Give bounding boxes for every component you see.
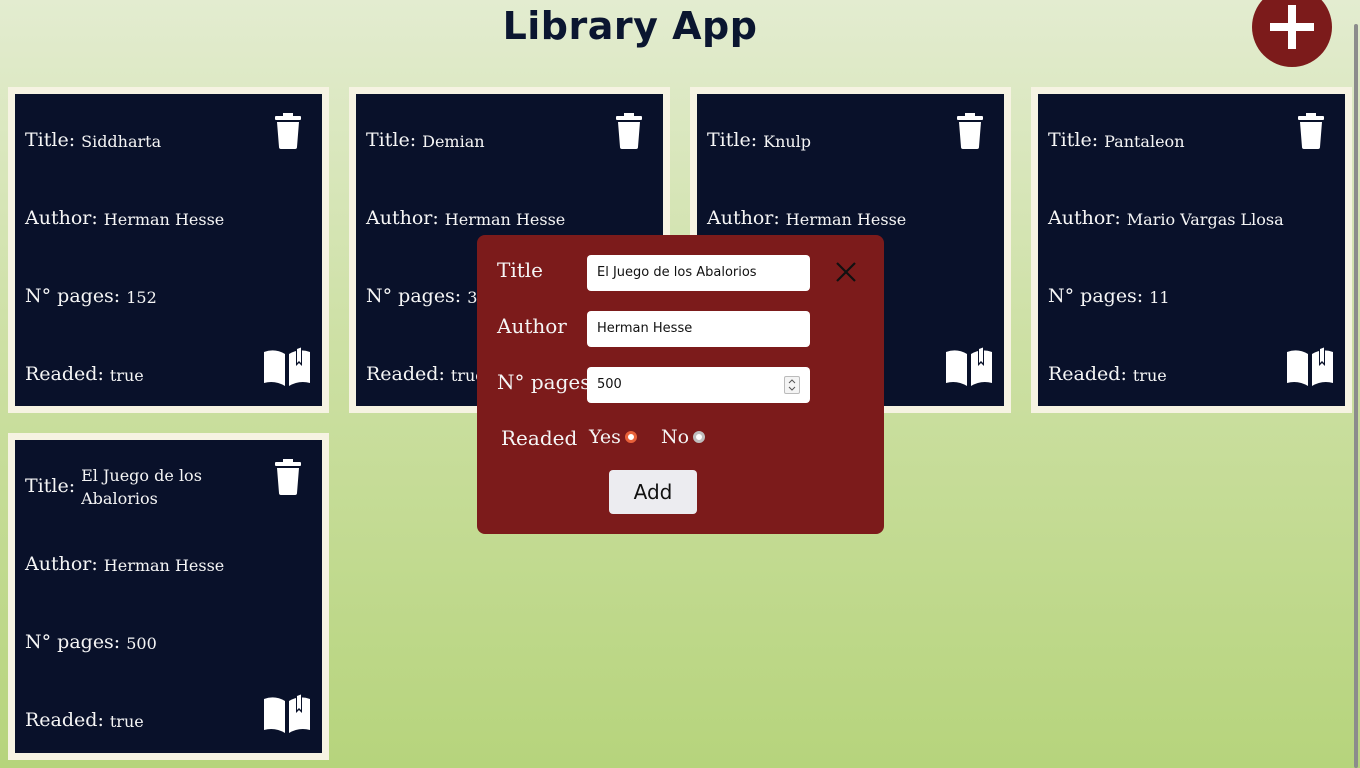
page-title: Library App	[502, 4, 758, 48]
book-pages: 11	[1149, 288, 1170, 307]
add-book-button[interactable]	[1252, 0, 1332, 67]
book-readed-field: Readed: true	[25, 363, 265, 387]
pages-input[interactable]: 500	[587, 367, 810, 403]
book-card: Title: El Juego de los Abalorios Author:…	[8, 433, 329, 760]
trash-icon[interactable]	[1298, 113, 1324, 149]
book-author: Herman Hesse	[444, 210, 566, 229]
open-book-icon[interactable]	[264, 346, 310, 386]
book-title: Siddharta	[81, 132, 162, 151]
book-author-field: Author: Mario Vargas Llosa	[1048, 207, 1288, 231]
trash-icon[interactable]	[275, 459, 301, 495]
add-submit-button[interactable]: Add	[609, 470, 697, 514]
book-pages: 500	[126, 634, 157, 653]
author-label: Author:	[25, 553, 98, 575]
readed-label: Readed:	[25, 709, 104, 731]
add-book-dialog: Title El Juego de los Abalorios Author H…	[477, 235, 884, 534]
book-card: Title: Siddharta Author: Herman Hesse N°…	[8, 87, 329, 413]
title-label: Title:	[25, 475, 76, 497]
author-label: Author:	[366, 207, 439, 229]
stepper-arrows-icon	[788, 379, 796, 391]
book-readed: true	[109, 712, 144, 731]
readed-no-label: No	[661, 426, 690, 448]
book-pages: 152	[126, 288, 157, 307]
book-pages-field: N° pages: 152	[25, 285, 265, 309]
author-input[interactable]: Herman Hesse	[587, 311, 810, 347]
author-field-label: Author	[497, 314, 567, 338]
pages-label: N° pages:	[1048, 285, 1144, 307]
book-author: Herman Hesse	[785, 210, 907, 229]
title-label: Title:	[707, 129, 758, 151]
title-input[interactable]: El Juego de los Abalorios	[587, 255, 810, 291]
pages-label: N° pages:	[25, 631, 121, 653]
readed-field-label: Readed	[501, 426, 578, 450]
pages-label: N° pages:	[366, 285, 462, 307]
scrollbar-thumb[interactable]	[1354, 24, 1358, 768]
author-label: Author:	[1048, 207, 1121, 229]
book-title: El Juego de los Abalorios	[81, 466, 202, 508]
book-readed: true	[109, 366, 144, 385]
book-title-field: Title: Demian	[366, 129, 606, 153]
readed-yes-radio[interactable]	[624, 431, 637, 443]
readed-label: Readed:	[366, 363, 445, 385]
author-label: Author:	[707, 207, 780, 229]
title-label: Title:	[366, 129, 417, 151]
trash-icon[interactable]	[616, 113, 642, 149]
close-icon[interactable]	[835, 261, 857, 283]
pages-stepper[interactable]	[784, 376, 800, 394]
book-author-field: Author: Herman Hesse	[25, 553, 265, 577]
book-author: Herman Hesse	[103, 210, 225, 229]
title-label: Title:	[1048, 129, 1099, 151]
book-author: Mario Vargas Llosa	[1126, 210, 1284, 229]
readed-yes-option[interactable]: Yes	[589, 426, 637, 448]
book-title-field: Title: El Juego de los Abalorios	[25, 463, 265, 510]
book-pages-field: N° pages: 500	[25, 631, 265, 655]
trash-icon[interactable]	[275, 113, 301, 149]
trash-icon[interactable]	[957, 113, 983, 149]
pages-input-value: 500	[597, 377, 622, 392]
readed-label: Readed:	[25, 363, 104, 385]
book-readed-field: Readed: true	[1048, 363, 1288, 387]
open-book-icon[interactable]	[264, 693, 310, 733]
book-title-field: Title: Pantaleon	[1048, 129, 1288, 153]
pages-field-label: N° pages	[497, 370, 591, 394]
book-author-field: Author: Herman Hesse	[25, 207, 265, 231]
book-readed-field: Readed: true	[25, 709, 265, 733]
book-author: Herman Hesse	[103, 556, 225, 575]
book-title-field: Title: Knulp	[707, 129, 947, 153]
title-label: Title:	[25, 129, 76, 151]
book-pages-field: N° pages: 11	[1048, 285, 1288, 309]
book-title: Pantaleon	[1104, 132, 1185, 151]
author-label: Author:	[25, 207, 98, 229]
readed-no-option[interactable]: No	[661, 426, 706, 448]
readed-label: Readed:	[1048, 363, 1127, 385]
readed-no-radio[interactable]	[693, 431, 706, 443]
book-title-field: Title: Siddharta	[25, 129, 265, 153]
pages-label: N° pages:	[25, 285, 121, 307]
book-title: Demian	[422, 132, 485, 151]
open-book-icon[interactable]	[1287, 346, 1333, 386]
readed-yes-label: Yes	[589, 426, 621, 448]
book-author-field: Author: Herman Hesse	[366, 207, 606, 231]
plus-icon	[1270, 5, 1314, 49]
title-field-label: Title	[497, 258, 544, 282]
book-readed: true	[1132, 366, 1167, 385]
open-book-icon[interactable]	[946, 346, 992, 386]
book-author-field: Author: Herman Hesse	[707, 207, 947, 231]
book-title: Knulp	[763, 132, 812, 151]
book-card: Title: Pantaleon Author: Mario Vargas Ll…	[1031, 87, 1352, 413]
